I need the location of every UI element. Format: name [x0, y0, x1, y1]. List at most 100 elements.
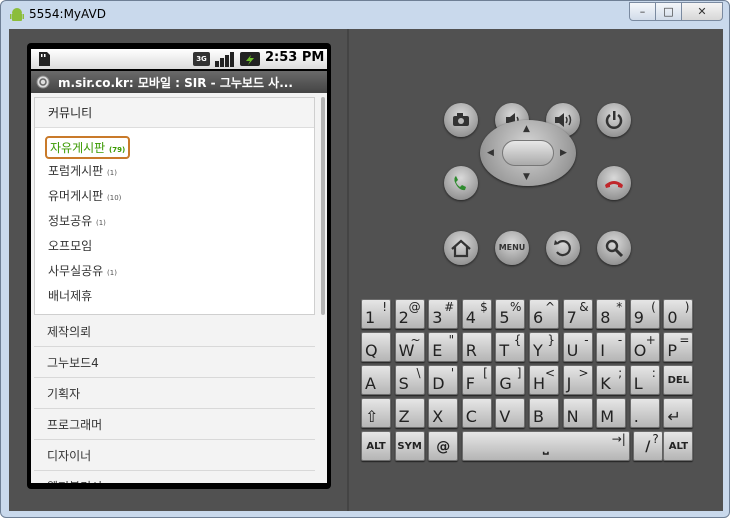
key-row1-6[interactable]: 7 &: [562, 299, 593, 329]
camera-icon: [453, 113, 469, 126]
menu-button[interactable]: MENU: [495, 231, 529, 265]
key-label: L: [633, 374, 643, 393]
menu-item-count: (1): [96, 219, 106, 227]
key-row3-5[interactable]: H <: [529, 365, 559, 395]
key-row4-3[interactable]: C: [461, 398, 492, 428]
key-alt-label: :: [651, 366, 656, 380]
end-call-button[interactable]: [597, 166, 631, 200]
call-button[interactable]: [444, 166, 478, 200]
key-label: .: [633, 407, 639, 426]
group-row[interactable]: 제작의뢰: [34, 317, 315, 347]
dpad-down-icon[interactable]: ▼: [523, 172, 530, 182]
key-alt-left[interactable]: ALT: [361, 431, 391, 461]
key-row2-8[interactable]: O +: [629, 332, 660, 362]
group-row[interactable]: 기획자: [34, 379, 315, 409]
menu-item-humor-board[interactable]: 유머게시판 (10): [48, 187, 121, 204]
key-row4-1[interactable]: Z: [394, 398, 425, 428]
key-row2-4[interactable]: T{: [495, 332, 526, 362]
menu-item-forum-board[interactable]: 포럼게시판 (1): [48, 162, 117, 179]
key-row1-2[interactable]: 3 #: [428, 299, 459, 329]
browser-title-bar[interactable]: m.sir.co.kr: 모바일 : SIR - 그누보드 사...: [31, 71, 327, 93]
key-row4-7[interactable]: M: [596, 398, 627, 428]
key-row2-9[interactable]: P =: [663, 332, 694, 362]
key-row4-4[interactable]: V: [495, 398, 526, 428]
scrollbar[interactable]: [321, 97, 325, 315]
key-row3-0[interactable]: A: [361, 365, 391, 395]
phone-green-icon: [454, 176, 466, 191]
menu-item-banner[interactable]: 배너제휴: [48, 287, 92, 304]
key-row2-2[interactable]: E ": [428, 332, 459, 362]
key-label: F: [465, 374, 475, 393]
home-button[interactable]: [444, 231, 478, 265]
key-alt-label: ': [450, 366, 455, 380]
group-row[interactable]: 그누보드4: [34, 348, 315, 378]
group-row[interactable]: 웹퍼블리셔: [34, 472, 315, 483]
group-row[interactable]: 디자이너: [34, 441, 315, 471]
power-button[interactable]: [597, 103, 631, 137]
key-row1-3[interactable]: 4 $: [461, 299, 492, 329]
key-row1-5[interactable]: 6 ^: [529, 299, 559, 329]
key-row3-7[interactable]: K;: [596, 365, 627, 395]
key-row4-5[interactable]: B: [529, 398, 559, 428]
key-label: 7: [566, 308, 577, 327]
key-row2-5[interactable]: Y}: [529, 332, 559, 362]
key-alt-right[interactable]: ALT: [663, 431, 694, 461]
key-row2-0[interactable]: Q: [361, 332, 391, 362]
search-button[interactable]: [597, 231, 631, 265]
key-row3-3[interactable]: F[: [461, 365, 492, 395]
key-row2-7[interactable]: I-: [596, 332, 627, 362]
key-row4-8[interactable]: .: [629, 398, 660, 428]
key-alt-label: →|: [611, 432, 626, 446]
key-row2-1[interactable]: W ~: [394, 332, 425, 362]
menu-header[interactable]: 커뮤니티: [35, 98, 314, 128]
dpad-right-icon[interactable]: ▶: [560, 148, 567, 158]
key-row2-3[interactable]: R: [461, 332, 492, 362]
key-alt-label: ^: [544, 300, 555, 314]
key-at[interactable]: @: [428, 431, 459, 461]
minimize-button[interactable]: –: [629, 2, 656, 21]
maximize-button[interactable]: □: [655, 2, 682, 21]
back-button[interactable]: [546, 231, 580, 265]
key-row4-6[interactable]: N: [562, 398, 593, 428]
key-label: O: [633, 341, 647, 360]
key-row1-0[interactable]: 1!: [361, 299, 391, 329]
key-row3-2[interactable]: D ': [428, 365, 459, 395]
key-row3-1[interactable]: S \: [394, 365, 425, 395]
key-row4-0[interactable]: ⇧: [361, 398, 391, 428]
key-row1-8[interactable]: 9(: [629, 299, 660, 329]
key-label: 3: [432, 308, 443, 327]
key-row3-9[interactable]: DEL: [663, 365, 694, 395]
key-row4-9[interactable]: ↵: [663, 398, 694, 428]
web-content: 커뮤니티 자유게시판 (79) 포럼게시판 (1) 유머게시판 (10) 정보공…: [31, 93, 327, 483]
key-row1-4[interactable]: 5%: [495, 299, 526, 329]
key-label: ⇧: [365, 407, 379, 426]
phone-red-icon: [605, 181, 623, 188]
key-row3-8[interactable]: L:: [629, 365, 660, 395]
group-row[interactable]: 프로그래머: [34, 410, 315, 440]
key-row2-6[interactable]: U-: [562, 332, 593, 362]
camera-button[interactable]: [444, 103, 478, 137]
key-row1-1[interactable]: 2 @: [394, 299, 425, 329]
menu-item-office-share[interactable]: 사무실공유 (1): [48, 262, 117, 279]
status-time: 2:53 PM: [265, 50, 325, 65]
key-row3-4[interactable]: G]: [495, 365, 526, 395]
menu-item-label: 배너제휴: [48, 289, 93, 303]
dpad[interactable]: ▲ ▼ ◀ ▶: [480, 120, 576, 186]
dpad-up-icon[interactable]: ▲: [523, 124, 530, 134]
key-row4-2[interactable]: X: [428, 398, 459, 428]
key-row1-7[interactable]: 8 *: [596, 299, 627, 329]
key-row1-9[interactable]: 0): [663, 299, 694, 329]
key-space[interactable]: ⎵ →|: [461, 431, 630, 461]
menu-item-free-board[interactable]: 자유게시판 (79): [45, 136, 131, 159]
window-title: 5554:MyAVD: [29, 7, 106, 21]
dpad-center-button[interactable]: [502, 140, 554, 166]
close-button[interactable]: ✕: [681, 2, 723, 21]
menu-item-info-share[interactable]: 정보공유 (1): [48, 212, 106, 229]
key-label: SYM: [397, 441, 422, 452]
key-slash[interactable]: /?: [632, 431, 663, 461]
key-row3-6[interactable]: J >: [562, 365, 593, 395]
dpad-left-icon[interactable]: ◀: [487, 148, 494, 158]
home-icon: [451, 239, 471, 258]
menu-item-offline-meetup[interactable]: 오프모임: [48, 237, 92, 254]
key-sym[interactable]: SYM: [394, 431, 425, 461]
